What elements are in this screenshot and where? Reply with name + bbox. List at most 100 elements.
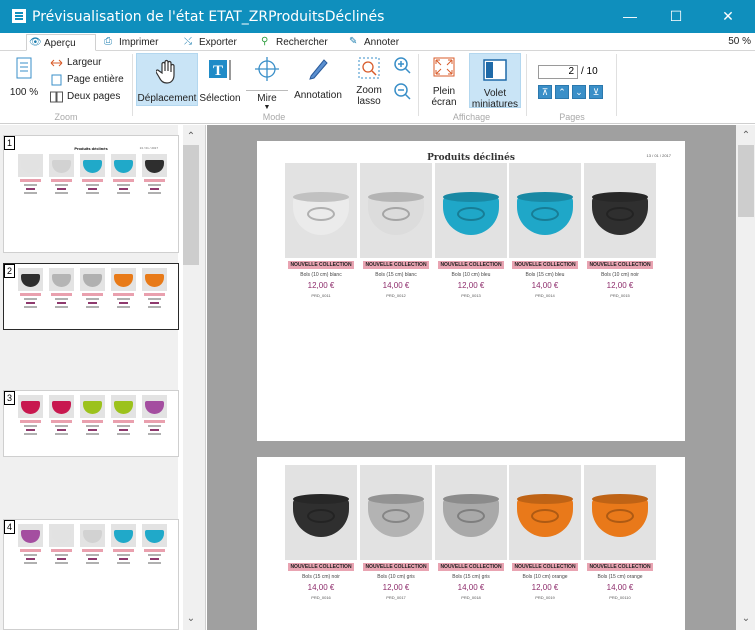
- preview-scroll-thumb[interactable]: [738, 145, 754, 217]
- product-price: 14,00 €: [531, 281, 559, 290]
- full-page-icon: [50, 74, 63, 86]
- pen-icon: ✎: [349, 36, 358, 47]
- zoom-width-label: Largeur: [67, 57, 102, 68]
- product-price: 14,00 €: [457, 583, 485, 592]
- preview-area[interactable]: Produits déclinés 13 / 01 / 2017 NOUVELL…: [207, 125, 736, 630]
- thumbnail-product: [49, 524, 74, 564]
- thumbnail-pane-label-2: miniatures: [471, 99, 519, 110]
- thumbnail-pane-button[interactable]: Volet miniatures: [469, 53, 521, 110]
- zoom-in-button[interactable]: [391, 55, 413, 77]
- maximize-button[interactable]: ☐: [653, 0, 699, 33]
- chevron-down-icon[interactable]: ▼: [246, 104, 288, 112]
- move-mode-button[interactable]: Déplacement: [136, 53, 198, 106]
- zoom-100-label: 100 %: [9, 87, 39, 98]
- product-card: NOUVELLE COLLECTION Bols (15 cm) blanc 14,…: [360, 163, 432, 298]
- bowl-icon: [443, 499, 499, 537]
- printer-icon: ⎙: [104, 36, 112, 47]
- scroll-down-icon[interactable]: ⌄: [183, 611, 199, 627]
- bowl-icon: [592, 197, 648, 235]
- product-ref: PRD_0014: [535, 293, 555, 298]
- product-label: Bols (10 cm) orange: [522, 574, 568, 580]
- product-ref: PRD_0017: [386, 595, 406, 600]
- tab-exporter[interactable]: ⤯ Exporter: [182, 34, 252, 51]
- mode-group-label: Mode: [262, 112, 286, 122]
- last-page-button[interactable]: ⊻: [589, 85, 603, 99]
- annotation-mode-button[interactable]: Annotation: [293, 56, 343, 104]
- pages-group-label: Pages: [559, 112, 585, 122]
- product-image: [509, 163, 581, 258]
- scroll-down-icon[interactable]: ⌄: [738, 611, 754, 627]
- product-image: [285, 465, 357, 560]
- product-ref: PRD_0019: [535, 595, 555, 600]
- tab-annoter[interactable]: ✎ Annoter: [347, 34, 417, 51]
- fullscreen-button[interactable]: Plein écran: [425, 56, 463, 108]
- thumbnail-product: [111, 524, 136, 564]
- bowl-icon: [592, 499, 648, 537]
- thumbnail-page-2[interactable]: 2: [3, 263, 179, 330]
- svg-text:T: T: [213, 63, 223, 79]
- thumbnail-number: 2: [4, 264, 15, 278]
- new-collection-badge: NOUVELLE COLLECTION: [288, 261, 354, 269]
- product-ref: PRD_0018: [461, 595, 481, 600]
- product-ref: PRD_0011: [311, 293, 331, 298]
- product-price: 14,00 €: [606, 583, 634, 592]
- thumbnail-product: [142, 154, 167, 194]
- new-collection-badge: NOUVELLE COLLECTION: [363, 563, 429, 571]
- thumbnail-scroll-thumb[interactable]: [183, 145, 199, 265]
- zoom-two-pages-label: Deux pages: [67, 91, 121, 102]
- tab-label: Annoter: [364, 37, 400, 48]
- zoom-width-button[interactable]: Largeur: [50, 56, 101, 70]
- product-label: Bols (15 cm) gris: [452, 574, 490, 580]
- fullscreen-label: Plein: [432, 86, 456, 97]
- product-card: NOUVELLE COLLECTION Bols (10 cm) blanc 12,…: [285, 163, 357, 298]
- zoom-lasso-button[interactable]: Zoom lasso: [351, 56, 387, 108]
- thumbnail-product: [49, 395, 74, 435]
- target-mode-button[interactable]: Mire ▼: [246, 56, 288, 116]
- product-image: [360, 163, 432, 258]
- product-card: NOUVELLE COLLECTION Bols (10 cm) orange 12…: [509, 465, 581, 600]
- thumbnail-page-4[interactable]: 4: [3, 519, 179, 630]
- product-ref: PRD_00110: [609, 595, 631, 600]
- zoom-two-pages-button[interactable]: Deux pages: [50, 90, 120, 104]
- scroll-up-icon[interactable]: ⌃: [183, 129, 199, 145]
- current-page-input[interactable]: 2: [538, 65, 578, 79]
- close-button[interactable]: ✕: [705, 0, 751, 33]
- thumbnail-page-1[interactable]: 1 Produits déclinés 13 / 01 / 2017: [3, 135, 179, 253]
- thumbnail-number: 3: [4, 391, 15, 405]
- selection-mode-button[interactable]: T Sélection: [199, 58, 241, 104]
- new-collection-badge: NOUVELLE COLLECTION: [288, 563, 354, 571]
- product-image: [509, 465, 581, 560]
- zoom-group-label: Zoom: [54, 112, 78, 122]
- zoom-lasso-icon: [358, 57, 380, 79]
- next-page-button[interactable]: ⌄: [572, 85, 586, 99]
- tab-label: Imprimer: [119, 37, 159, 48]
- mode-group: Déplacement T Sélection Mire ▼ Annotatio…: [133, 51, 415, 123]
- tab-imprimer[interactable]: ⎙ Imprimer: [102, 34, 172, 51]
- zoom-out-button[interactable]: [391, 81, 413, 103]
- tab-rechercher[interactable]: ⚲ Rechercher: [259, 34, 339, 51]
- minimize-button[interactable]: —: [607, 0, 653, 33]
- thumbnail-page-3[interactable]: 3: [3, 390, 179, 457]
- zoom-full-page-button[interactable]: Page entière: [50, 73, 124, 87]
- first-page-button[interactable]: ⊼: [538, 85, 552, 99]
- previous-page-button[interactable]: ⌃: [555, 85, 569, 99]
- thumbnail-product: [80, 154, 105, 194]
- bowl-icon: [368, 499, 424, 537]
- product-label: Bols (10 cm) bleu: [451, 272, 491, 278]
- thumbnail-product: [18, 268, 43, 308]
- window-title: Prévisualisation de l'état ETAT_ZRProdui…: [32, 9, 385, 25]
- zoom-100-button[interactable]: 100 %: [6, 56, 42, 100]
- zoom-out-icon: [394, 83, 411, 100]
- thumbnail-product: [18, 395, 43, 435]
- product-ref: PRD_0015: [610, 293, 630, 298]
- product-price: 12,00 €: [606, 281, 634, 290]
- bowl-icon: [443, 197, 499, 235]
- thumbnail-product: [111, 395, 136, 435]
- product-image: [285, 163, 357, 258]
- product-price: 12,00 €: [382, 583, 410, 592]
- scroll-up-icon[interactable]: ⌃: [738, 128, 754, 144]
- preview-page-2: NOUVELLE COLLECTION Bols (15 cm) noir 14,0…: [257, 457, 685, 630]
- tab-apercu[interactable]: 👁 Aperçu: [26, 34, 96, 51]
- product-card: NOUVELLE COLLECTION Bols (10 cm) gris 12,0…: [360, 465, 432, 600]
- thumbnail-product: [49, 268, 74, 308]
